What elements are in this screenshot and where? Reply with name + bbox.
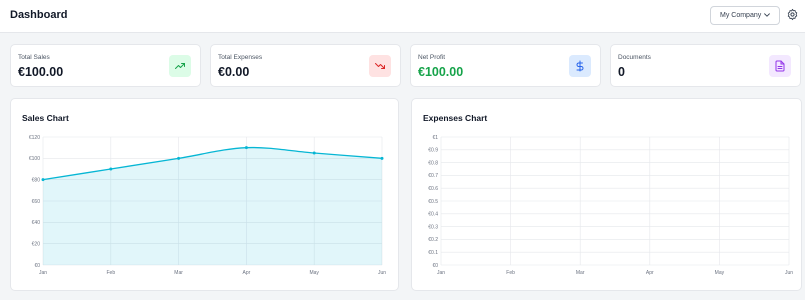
stat-label: Documents <box>618 54 651 61</box>
expenses-chart-card: Expenses Chart €0 €0.1 €0.2 €0.3 €0.4 €0.5 €0.… <box>411 98 802 291</box>
y-tick-label: €0.8 <box>428 160 438 166</box>
gear-icon[interactable] <box>786 8 799 21</box>
data-point[interactable] <box>109 167 113 171</box>
y-tick-label: €40 <box>32 220 41 226</box>
stat-card-total-sales: Total Sales €100.00 <box>10 44 201 87</box>
data-point[interactable] <box>380 156 384 160</box>
x-tick-label: May <box>715 270 725 276</box>
chevron-down-icon <box>764 13 770 17</box>
dollar-icon <box>569 55 591 77</box>
x-tick-label: Jun <box>785 270 793 276</box>
x-tick-label: Apr <box>243 270 251 276</box>
stat-value: €100.00 <box>18 65 64 79</box>
data-point[interactable] <box>244 146 248 150</box>
y-tick-label: €0.1 <box>428 250 438 256</box>
x-tick-label: Jun <box>378 270 386 276</box>
x-tick-label: Apr <box>646 270 654 276</box>
y-tick-label: €80 <box>32 177 41 183</box>
stat-label: Total Sales <box>18 54 50 61</box>
trending-down-icon <box>369 55 391 77</box>
expenses-chart: €0 €0.1 €0.2 €0.3 €0.4 €0.5 €0.6 €0.7 €0.8 €0.9 €1… <box>428 135 793 276</box>
data-point[interactable] <box>312 151 316 155</box>
stat-card-total-expenses: Total Expenses €0.00 <box>210 44 401 87</box>
y-tick-label: €20 <box>32 241 41 247</box>
sales-chart: €0 €20 €40 €60 €80 €100 €120 Jan Feb Mar Apr May Jun <box>29 135 386 276</box>
stat-value: €100.00 <box>418 65 464 79</box>
y-tick-label: €0.6 <box>428 186 438 192</box>
x-tick-label: Jan <box>437 270 445 276</box>
y-tick-label: €0.3 <box>428 224 438 230</box>
y-tick-label: €1 <box>432 135 438 141</box>
company-select[interactable]: My Company <box>710 6 780 25</box>
stat-value: 0 <box>618 65 625 79</box>
chart-grid <box>440 136 790 266</box>
stat-value: €0.00 <box>218 65 250 79</box>
y-tick-label: €0.7 <box>428 173 438 179</box>
y-tick-label: €0 <box>432 263 438 269</box>
x-tick-label: Mar <box>576 270 585 276</box>
top-bar: Dashboard My Company <box>0 0 805 33</box>
y-tick-label: €60 <box>32 199 41 205</box>
trending-up-icon <box>169 55 191 77</box>
company-select-label: My Company <box>720 12 762 19</box>
x-tick-label: Feb <box>106 270 115 276</box>
stat-label: Net Profit <box>418 54 446 61</box>
x-tick-label: Mar <box>174 270 183 276</box>
sales-chart-card: Sales Chart €0 €20 €40 €60 €80 €100 €120 Jan Feb… <box>10 98 399 291</box>
y-tick-label: €0.9 <box>428 148 438 154</box>
page-title: Dashboard <box>10 9 68 21</box>
data-point[interactable] <box>177 156 181 160</box>
x-tick-label: Jan <box>39 270 47 276</box>
y-tick-label: €0.2 <box>428 237 438 243</box>
document-icon <box>769 55 791 77</box>
x-tick-label: May <box>309 270 319 276</box>
series-area <box>43 147 382 265</box>
y-tick-label: €0 <box>34 263 40 269</box>
y-tick-label: €120 <box>29 135 40 141</box>
y-tick-label: €100 <box>29 156 40 162</box>
x-tick-label: Feb <box>506 270 515 276</box>
y-tick-label: €0.4 <box>428 212 438 218</box>
stat-label: Total Expenses <box>218 54 263 61</box>
y-tick-label: €0.5 <box>428 199 438 205</box>
data-point[interactable] <box>41 178 45 182</box>
stat-card-net-profit: Net Profit €100.00 <box>410 44 601 87</box>
stat-card-documents: Documents 0 <box>610 44 801 87</box>
